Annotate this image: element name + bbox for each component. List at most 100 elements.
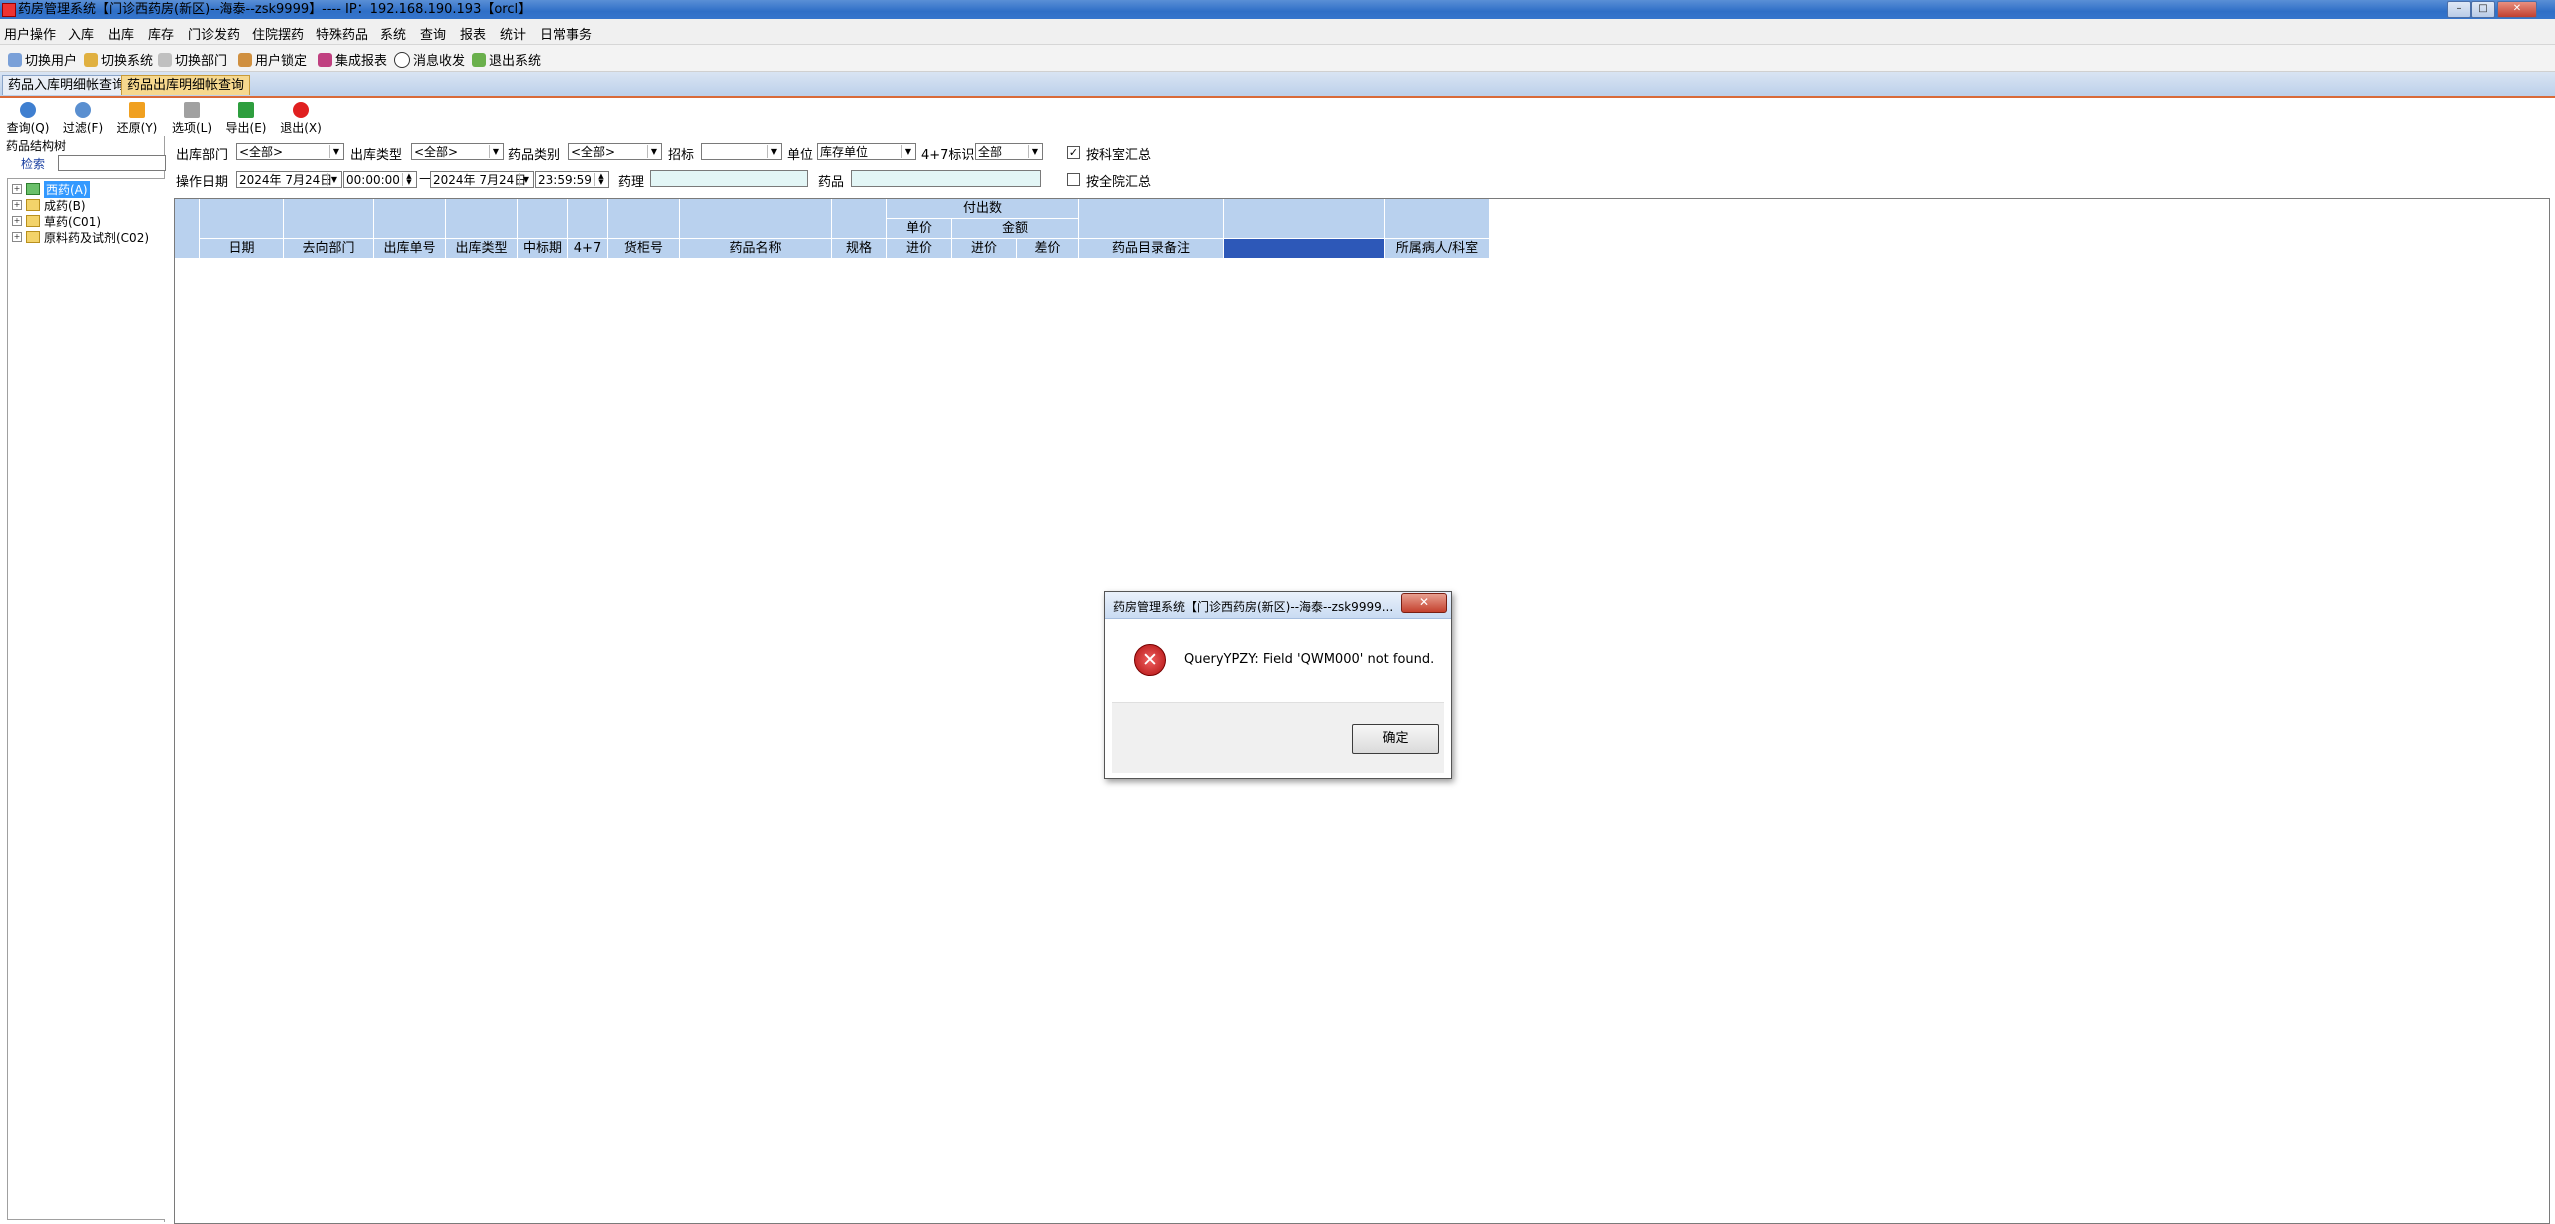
folder-icon [26, 231, 40, 243]
tree-node-raw-materials[interactable]: + 原料药及试剂(C02) [12, 229, 149, 245]
undo-arrow-icon [129, 102, 145, 118]
date-from-picker[interactable]: 2024年 7月24日 ▼ [236, 171, 342, 188]
col-4plus7[interactable]: 4+7 [568, 239, 608, 259]
export-button[interactable]: 导出(E) [221, 102, 271, 136]
integrated-report-button[interactable]: 集成报表 [318, 50, 387, 69]
search-label[interactable]: 检索 [21, 155, 45, 172]
by-hospital-label: 按全院汇总 [1086, 175, 1152, 190]
switch-system-button[interactable]: 切换系统 [84, 50, 153, 69]
exit-button[interactable]: 退出(X) [276, 102, 326, 136]
out-type-select[interactable]: <全部> ▼ [411, 143, 504, 160]
chevron-down-icon: ▼ [1028, 145, 1041, 158]
exit-system-button[interactable]: 退出系统 [472, 50, 541, 69]
menu-outbound[interactable]: 出库 [108, 24, 134, 43]
by-dept-checkbox[interactable]: ✓ [1067, 146, 1080, 159]
document-tabs: 药品入库明细帐查询 药品出库明细帐查询 [0, 72, 2555, 98]
col-catalog-remark[interactable]: 药品目录备注 [1079, 239, 1224, 259]
col-drug-name[interactable]: 药品名称 [680, 239, 832, 259]
menu-stock[interactable]: 库存 [148, 24, 174, 43]
tab-outbound-detail[interactable]: 药品出库明细帐查询 [121, 75, 251, 95]
dialog-close-button[interactable]: ✕ [1401, 593, 1447, 613]
switch-icon [84, 52, 98, 67]
close-button[interactable]: ✕ [2497, 1, 2537, 18]
app-icon [2, 3, 16, 17]
col-bid-period[interactable]: 中标期 [518, 239, 568, 259]
menu-outpatient-dispense[interactable]: 门诊发药 [188, 24, 240, 43]
menu-inbound[interactable]: 入库 [68, 24, 94, 43]
options-button[interactable]: 选项(L) [167, 102, 217, 136]
menu-user-ops[interactable]: 用户操作 [4, 24, 56, 43]
drug-category-select[interactable]: <全部> ▼ [568, 143, 662, 160]
filter-button[interactable]: 过滤(F) [58, 102, 108, 136]
out-type-label: 出库类型 [350, 148, 403, 163]
dialog-footer: 确定 [1112, 702, 1444, 773]
chevron-down-icon: ▼ [647, 145, 660, 158]
group-header-unit-price: 单价 [887, 219, 952, 239]
spin-icon[interactable]: ▲ ▼ [402, 173, 415, 186]
menu-system[interactable]: 系统 [380, 24, 406, 43]
folder-icon [26, 215, 40, 227]
tree-node-herbal[interactable]: + 草药(C01) [12, 213, 101, 229]
bid-label: 招标 [668, 148, 695, 163]
menu-reports[interactable]: 报表 [460, 24, 486, 43]
drug-input[interactable] [851, 170, 1041, 187]
expand-icon[interactable]: + [12, 232, 22, 242]
drug-structure-panel: 药品结构树 检索 + 西药(A) + 成药(B) + 草药(C01) + 原料药及试剂(… [3, 136, 166, 1222]
power-icon [293, 102, 309, 118]
menu-statistics[interactable]: 统计 [500, 24, 526, 43]
expand-icon[interactable]: + [12, 216, 22, 226]
chevron-down-icon: ▼ [519, 173, 532, 186]
flag-select[interactable]: 全部 ▼ [975, 143, 1043, 160]
col-amount-purchase-price[interactable]: 进价 [952, 239, 1017, 259]
expand-icon[interactable]: + [12, 184, 22, 194]
menu-query[interactable]: 查询 [420, 24, 446, 43]
by-dept-label: 按科室汇总 [1086, 148, 1152, 163]
by-hospital-checkbox[interactable] [1067, 173, 1080, 186]
info-icon [394, 51, 410, 68]
users-icon [8, 52, 22, 67]
restore-button[interactable]: 还原(Y) [112, 102, 162, 136]
col-out-no[interactable]: 出库单号 [374, 239, 446, 259]
out-dept-label: 出库部门 [176, 148, 229, 163]
tree-search-input[interactable] [58, 155, 166, 171]
spin-icon[interactable]: ▲ ▼ [594, 173, 607, 186]
menu-bar: 用户操作 入库 出库 库存 门诊发药 住院摆药 特殊药品 系统 查询 报表 统计… [0, 19, 2555, 45]
switch-user-button[interactable]: 切换用户 [8, 50, 77, 69]
col-price-diff[interactable]: 差价 [1017, 239, 1079, 259]
col-date[interactable]: 日期 [200, 239, 284, 259]
col-dest-dept[interactable]: 去向部门 [284, 239, 374, 259]
time-to-input[interactable]: 23:59:59 ▲ ▼ [535, 171, 609, 188]
expand-icon[interactable]: + [12, 200, 22, 210]
excel-icon [238, 102, 254, 118]
col-patient-dept[interactable]: 所属病人/科室 [1385, 239, 1490, 259]
col-selected-blank[interactable] [1224, 239, 1385, 259]
message-button[interactable]: 消息收发 [394, 50, 465, 69]
col-spec[interactable]: 规格 [832, 239, 887, 259]
menu-inpatient-dispense[interactable]: 住院摆药 [252, 24, 304, 43]
exit-icon [472, 52, 486, 67]
user-lock-button[interactable]: 用户锁定 [238, 50, 307, 69]
ok-button[interactable]: 确定 [1352, 724, 1439, 754]
col-unit-purchase-price[interactable]: 进价 [887, 239, 952, 259]
unit-select[interactable]: 库存单位 ▼ [817, 143, 916, 160]
maximize-button[interactable]: □ [2471, 1, 2495, 18]
menu-special-drugs[interactable]: 特殊药品 [316, 24, 368, 43]
date-to-picker[interactable]: 2024年 7月24日 ▼ [430, 171, 534, 188]
tree-node-western[interactable]: + 西药(A) [12, 180, 90, 198]
minimize-button[interactable]: – [2447, 1, 2471, 18]
time-from-input[interactable]: 00:00:00 ▲ ▼ [343, 171, 417, 188]
pharmacology-input[interactable] [650, 170, 808, 187]
pharmacology-label: 药理 [618, 175, 645, 190]
tree-node-patent[interactable]: + 成药(B) [12, 197, 86, 213]
tab-inbound-detail[interactable]: 药品入库明细帐查询 [2, 75, 132, 95]
col-out-type[interactable]: 出库类型 [446, 239, 518, 259]
switch-department-button[interactable]: 切换部门 [158, 50, 227, 69]
chevron-down-icon: ▼ [329, 145, 342, 158]
menu-daily-affairs[interactable]: 日常事务 [540, 24, 592, 43]
dialog-title-bar: 药房管理系统【门诊西药房(新区)--海泰--zsk9999... ✕ [1105, 592, 1451, 619]
bid-select[interactable]: ▼ [701, 143, 782, 160]
title-bar: 药房管理系统【门诊西药房(新区)--海泰--zsk9999】---- IP：19… [0, 0, 2555, 19]
col-cabinet-no[interactable]: 货柜号 [608, 239, 680, 259]
query-button[interactable]: 查询(Q) [3, 102, 53, 136]
out-dept-select[interactable]: <全部> ▼ [236, 143, 344, 160]
